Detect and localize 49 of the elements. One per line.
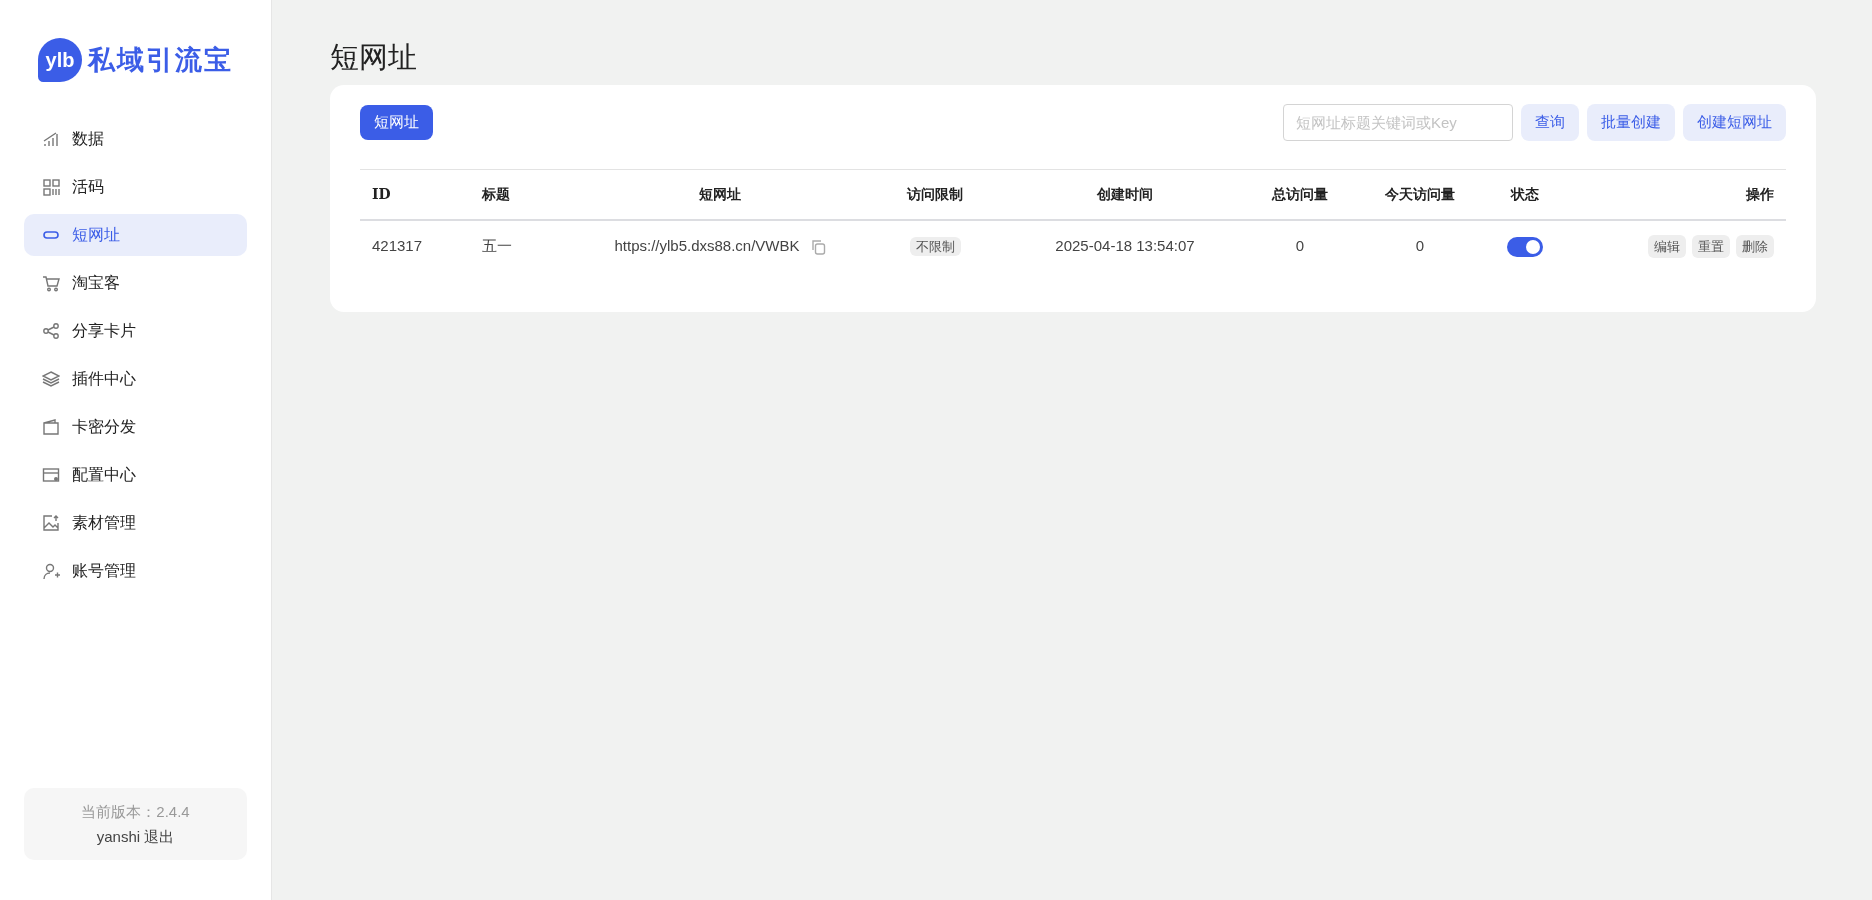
sidebar-item[interactable]: 数据 xyxy=(24,118,247,160)
layers-icon xyxy=(42,370,60,388)
chart-bars-icon xyxy=(42,130,60,148)
sidebar-item[interactable]: 插件中心 xyxy=(24,358,247,400)
card-icon xyxy=(42,418,60,436)
table-cell: 421317 xyxy=(372,237,423,255)
column-header: 状态 xyxy=(1480,169,1570,220)
share-icon xyxy=(42,322,60,340)
table-cell: 0 xyxy=(1415,237,1425,255)
sidebar-item[interactable]: 配置中心 xyxy=(24,454,247,496)
cart-icon xyxy=(42,274,60,292)
table-cell: 0 xyxy=(1295,237,1305,255)
version-text: 当前版本：2.4.4 xyxy=(80,802,191,822)
row-action-button[interactable]: 重置 xyxy=(1692,234,1730,259)
logo-text: 私域引流宝 xyxy=(88,42,233,77)
logout-link[interactable]: 退出 xyxy=(144,828,175,845)
sidebar-item[interactable]: 短网址 xyxy=(24,214,247,256)
action-button[interactable]: 创建短网址 xyxy=(1683,103,1786,141)
image-upload-icon xyxy=(42,514,60,532)
page-title: 短网址 xyxy=(330,40,418,75)
username: yanshi xyxy=(96,828,141,845)
table-cell: 2025-04-18 13:54:07 xyxy=(1055,237,1195,255)
action-button[interactable]: 批量创建 xyxy=(1587,103,1675,141)
limit-tag: 不限制 xyxy=(909,237,961,257)
settings-icon xyxy=(42,466,60,484)
user-add-icon xyxy=(42,562,60,580)
column-header: 访问限制 xyxy=(860,169,1010,220)
grid-icon xyxy=(42,178,60,196)
row-action-button[interactable]: 编辑 xyxy=(1648,234,1686,259)
action-button[interactable]: 查询 xyxy=(1521,103,1579,141)
sidebar-item[interactable]: 素材管理 xyxy=(24,502,247,544)
row-action-button[interactable]: 删除 xyxy=(1736,234,1774,259)
sidebar-item[interactable]: 分享卡片 xyxy=(24,310,247,352)
column-header: 总访问量 xyxy=(1240,169,1360,220)
sidebar-item[interactable]: 淘宝客 xyxy=(24,262,247,304)
column-header: ID xyxy=(360,169,470,220)
table-cell: 五一 xyxy=(482,237,512,255)
url-text: https://ylb5.dxs88.cn/VWBK xyxy=(614,237,800,255)
sidebar-item[interactable]: 卡密分发 xyxy=(24,406,247,448)
column-header: 标题 xyxy=(470,169,580,220)
column-header: 创建时间 xyxy=(1010,169,1240,220)
column-header: 今天访问量 xyxy=(1360,169,1480,220)
status-toggle[interactable] xyxy=(1507,237,1543,258)
tab[interactable]: 短网址 xyxy=(360,105,433,140)
column-header: 操作 xyxy=(1570,169,1786,220)
sidebar-item[interactable]: 账号管理 xyxy=(24,550,247,592)
logo-badge: ylb xyxy=(38,38,82,82)
column-header: 短网址 xyxy=(580,169,860,220)
sidebar-item[interactable]: 活码 xyxy=(24,166,247,208)
